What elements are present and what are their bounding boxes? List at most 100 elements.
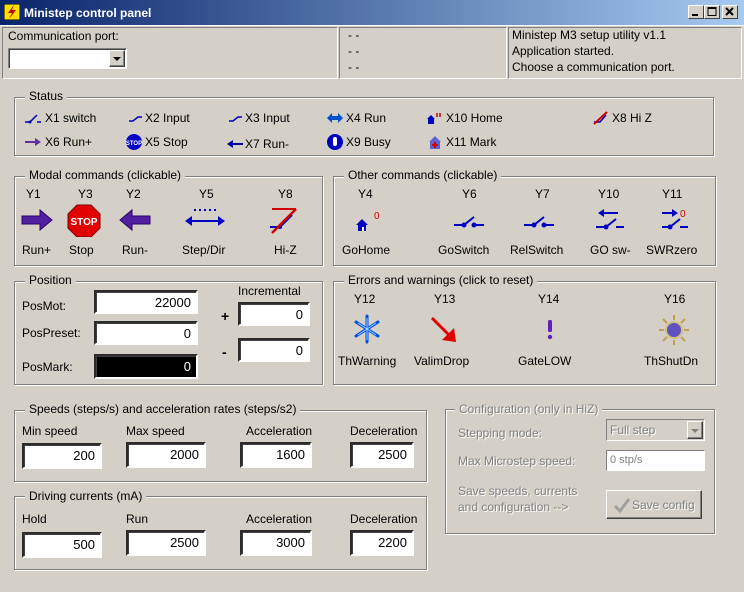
minus-sign: - (222, 344, 227, 360)
save-text-line-1: Save speeds, currents (458, 484, 578, 498)
stop-button[interactable]: STOP Stop (66, 203, 102, 263)
valim-drop-button[interactable]: ValimDrop (412, 312, 482, 372)
minimize-button[interactable] (688, 5, 704, 19)
other-y4-code: Y4 (358, 187, 373, 201)
max-speed-field[interactable]: 2000 (126, 442, 206, 468)
switch-icon (454, 216, 484, 228)
error-y12-code: Y12 (354, 292, 376, 306)
chevron-down-icon (113, 57, 121, 61)
step-dir-icon (185, 209, 225, 226)
maximize-icon (707, 7, 717, 16)
th-shutdown-button[interactable]: ThShutDn (642, 312, 708, 372)
comm-port-label: Communication port: (8, 29, 119, 43)
arrow-left-icon (119, 208, 151, 232)
status-x9-label: X9 Busy (346, 135, 391, 149)
window-title: Ministep control panel (24, 6, 152, 20)
microstep-speed-field[interactable]: 0 stp/s (606, 450, 705, 471)
pospreset-field[interactable]: 0 (94, 321, 198, 345)
deceleration-rate-field[interactable]: 2500 (350, 442, 414, 468)
th-warning-label: ThWarning (338, 354, 397, 368)
swr-zero-button[interactable]: 0 SWRzero (646, 205, 710, 263)
chevron-down-icon (691, 429, 699, 433)
deceleration-current-field[interactable]: 2200 (350, 530, 414, 556)
step-dir-button[interactable]: Step/Dir (180, 205, 232, 263)
snowflake-icon (354, 314, 380, 344)
acceleration-rate-field[interactable]: 1600 (240, 442, 312, 468)
status-line-1: - - (348, 28, 360, 42)
status-x8-label: X8 Hi Z (612, 111, 653, 125)
modal-y5-code: Y5 (199, 187, 214, 201)
svg-text:STOP: STOP (126, 141, 142, 147)
increment-plus-field[interactable]: 0 (238, 302, 310, 326)
stepping-mode-label: Stepping mode: (458, 426, 543, 440)
hiz-icon (270, 208, 297, 234)
config-title: Configuration (only in HiZ) (455, 402, 603, 416)
stop-sign-icon: STOP (67, 204, 101, 238)
acceleration-current-label: Acceleration (246, 512, 313, 526)
go-home-button[interactable]: 0 GoHome (340, 205, 400, 263)
modal-y3-code: Y3 (78, 187, 93, 201)
errors-title: Errors and warnings (click to reset) (344, 273, 538, 287)
home-icon: 0 (356, 211, 380, 231)
go-switch-button[interactable]: GoSwitch (436, 205, 498, 263)
run-minus-label: Run- (122, 243, 149, 257)
close-button[interactable] (722, 5, 738, 19)
hi-z-button[interactable]: Hi-Z (266, 205, 306, 263)
go-sw-minus-button[interactable]: GO sw- (588, 205, 638, 263)
th-warning-button[interactable]: ThWarning (336, 312, 406, 372)
switch-zero-icon: 0 (662, 209, 688, 230)
speeds-title: Speeds (steps/s) and acceleration rates … (25, 402, 301, 416)
rel-switch-label: RelSwitch (510, 243, 564, 257)
log-line-2: Application started. (512, 44, 615, 58)
stop-label: Stop (69, 243, 94, 257)
busy-icon (326, 133, 344, 151)
posmot-label: PosMot: (22, 299, 67, 313)
go-sw-minus-label: GO sw- (590, 243, 631, 257)
modal-commands-title: Modal commands (clickable) (25, 168, 186, 182)
posmark-label: PosMark: (22, 360, 73, 374)
run-current-field[interactable]: 2500 (126, 530, 206, 556)
stepping-mode-select[interactable]: Full step (606, 419, 705, 441)
step-dir-label: Step/Dir (182, 243, 226, 257)
modal-y8-code: Y8 (278, 187, 293, 201)
acceleration-current-field[interactable]: 3000 (240, 530, 312, 556)
switch-icon (524, 216, 554, 228)
posmot-field[interactable]: 22000 (94, 290, 198, 314)
dropdown-button[interactable] (109, 50, 125, 67)
comm-port-select[interactable] (8, 48, 127, 69)
status-lines-panel (339, 27, 507, 79)
stop-icon: STOP (125, 133, 143, 151)
minimize-icon (692, 14, 698, 16)
arrow-right-icon (21, 208, 53, 232)
gate-low-label: GateLOW (518, 354, 572, 368)
input-icon (128, 111, 144, 125)
pospreset-label: PosPreset: (22, 326, 81, 340)
maximize-button[interactable] (704, 5, 720, 19)
valim-drop-label: ValimDrop (414, 354, 470, 368)
hold-current-field[interactable]: 500 (22, 532, 102, 558)
rel-switch-button[interactable]: RelSwitch (508, 205, 572, 263)
min-speed-field[interactable]: 200 (22, 443, 102, 469)
svg-text:STOP: STOP (70, 217, 97, 228)
stepping-dropdown-button[interactable] (687, 421, 703, 439)
save-config-button[interactable]: Save config (606, 490, 702, 519)
deceleration-current-label: Deceleration (350, 512, 418, 526)
hi-z-label: Hi-Z (274, 243, 297, 257)
currents-title: Driving currents (mA) (25, 489, 147, 503)
posmark-field[interactable]: 0 (94, 354, 198, 379)
incremental-label: Incremental (238, 284, 301, 298)
other-commands-title: Other commands (clickable) (344, 168, 502, 182)
arrow-right-icon (24, 135, 42, 149)
run-plus-button[interactable]: Run+ (20, 205, 56, 263)
gate-low-button[interactable]: GateLOW (516, 312, 580, 372)
log-line-1: Ministep M3 setup utility v1.1 (512, 28, 667, 42)
sun-icon (659, 315, 689, 345)
status-x6-label: X6 Run+ (45, 135, 93, 149)
input-icon (228, 111, 244, 125)
increment-minus-field[interactable]: 0 (238, 338, 310, 362)
run-minus-button[interactable]: Run- (118, 205, 154, 263)
arrow-down-right-icon (430, 316, 456, 342)
deceleration-rate-label: Deceleration (350, 424, 418, 438)
svg-text:0: 0 (680, 209, 686, 220)
other-y10-code: Y10 (598, 187, 620, 201)
